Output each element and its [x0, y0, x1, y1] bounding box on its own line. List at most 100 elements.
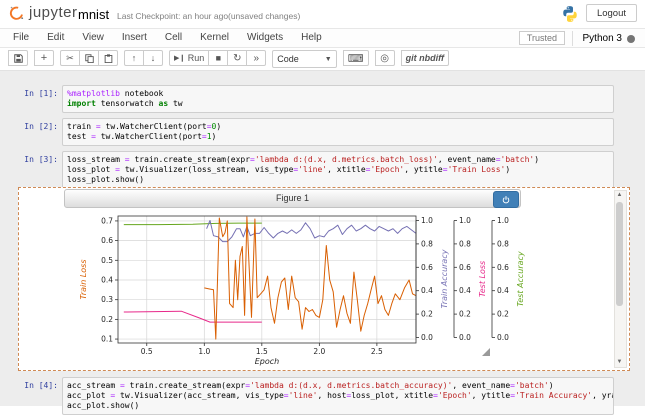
stop-icon: ■ — [215, 53, 221, 63]
code-editor-1[interactable]: %matplotlib notebook import tensorwatch a… — [62, 85, 614, 113]
svg-text:0.2: 0.2 — [497, 310, 509, 319]
code-editor-2[interactable]: train = tw.WatcherClient(port=0) test = t… — [62, 118, 614, 146]
code-editor-4[interactable]: acc_stream = train.create_stream(expr='l… — [62, 377, 614, 415]
svg-text:0.8: 0.8 — [421, 239, 433, 248]
svg-text:0.8: 0.8 — [459, 239, 471, 248]
arrow-up-icon: ↑ — [131, 53, 137, 63]
command-palette-button[interactable]: ⌨ — [342, 50, 369, 66]
add-cell-button[interactable]: + — [34, 50, 54, 66]
paste-icon — [104, 53, 112, 63]
svg-text:0.7: 0.7 — [101, 216, 113, 225]
menu-item-cell[interactable]: Cell — [156, 29, 191, 46]
svg-text:0.3: 0.3 — [101, 295, 113, 304]
restart-run-all-button[interactable]: » — [246, 50, 267, 66]
svg-text:0.4: 0.4 — [459, 286, 471, 295]
power-icon — [502, 195, 510, 203]
svg-text:0.5: 0.5 — [101, 256, 113, 265]
input-prompt: In [2]: — [24, 122, 58, 131]
svg-text:1.0: 1.0 — [421, 216, 433, 225]
circle-target-icon: ◎ — [380, 52, 389, 64]
svg-text:0.4: 0.4 — [421, 286, 433, 295]
keyboard-icon: ⌨ — [347, 52, 364, 65]
notebook-area: In [1]: %matplotlib notebook import tenso… — [0, 71, 645, 415]
copy-cell-button[interactable] — [79, 50, 99, 66]
svg-text:1.0: 1.0 — [459, 216, 471, 225]
restart-kernel-button[interactable]: ↻ — [227, 50, 248, 66]
cell-type-select[interactable]: Code ▼ — [272, 50, 337, 68]
app-name: jupyter — [29, 4, 78, 21]
svg-text:0.6: 0.6 — [421, 263, 433, 272]
menu-item-help[interactable]: Help — [292, 29, 331, 46]
cut-cell-button[interactable]: ✂ — [60, 50, 80, 66]
svg-text:0.4: 0.4 — [101, 275, 113, 284]
stop-button[interactable]: ■ — [208, 50, 229, 66]
jupyter-logo[interactable]: jupyter — [8, 4, 78, 21]
python-logo-icon — [563, 6, 577, 22]
paste-cell-button[interactable] — [98, 50, 118, 66]
scrollbar-thumb[interactable] — [616, 202, 623, 306]
move-cell-up-button[interactable]: ↑ — [124, 50, 144, 66]
chevron-down-icon: ▼ — [324, 55, 332, 63]
figure-resize-handle[interactable] — [482, 348, 490, 356]
svg-text:0.4: 0.4 — [497, 286, 509, 295]
kernel-name: Python 3 — [582, 33, 622, 44]
svg-text:1.0: 1.0 — [198, 347, 210, 356]
menu-bar: File Edit View Insert Cell Kernel Widgets Help … — [0, 29, 645, 48]
cut-icon: ✂ — [66, 52, 74, 63]
svg-text:0.5: 0.5 — [141, 347, 153, 356]
arrow-down-icon: ↓ — [150, 53, 156, 63]
menu-item-view[interactable]: View — [73, 29, 113, 46]
unsaved-changes: (unsaved changes) — [228, 11, 301, 21]
jupyter-logo-icon — [9, 6, 24, 20]
figure-title: Figure 1 — [275, 193, 310, 203]
svg-text:0.1: 0.1 — [101, 335, 113, 344]
svg-text:2.0: 2.0 — [313, 347, 325, 356]
code-cell-2: In [2]: train = tw.WatcherClient(port=0)… — [0, 118, 645, 146]
restart-icon: ↻ — [233, 52, 242, 64]
menu-item-file[interactable]: File — [4, 29, 38, 46]
menu-item-widgets[interactable]: Widgets — [238, 29, 292, 46]
svg-text:1.5: 1.5 — [256, 347, 268, 356]
plus-icon: + — [40, 52, 48, 64]
fast-forward-icon: » — [253, 52, 260, 64]
cell-type-value: Code — [277, 54, 299, 64]
svg-text:0.8: 0.8 — [497, 239, 509, 248]
save-button[interactable] — [8, 50, 28, 66]
scroll-down-icon[interactable]: ▼ — [615, 358, 624, 367]
svg-text:0.0: 0.0 — [421, 333, 433, 342]
header-bar: jupyter mnist Last Checkpoint: an hour a… — [0, 0, 645, 29]
scroll-up-icon[interactable]: ▲ — [615, 191, 624, 200]
svg-text:1.0: 1.0 — [497, 216, 509, 225]
svg-text:0.6: 0.6 — [497, 263, 509, 272]
svg-text:2.5: 2.5 — [371, 347, 383, 356]
nbdiff-button[interactable]: git nbdiff — [400, 50, 449, 66]
menu-item-insert[interactable]: Insert — [113, 29, 156, 46]
svg-text:Train Accuracy: Train Accuracy — [440, 249, 449, 308]
menus: File Edit View Insert Cell Kernel Widgets Help — [4, 29, 331, 46]
menu-item-edit[interactable]: Edit — [38, 29, 73, 46]
svg-text:0.0: 0.0 — [459, 333, 471, 342]
svg-text:0.2: 0.2 — [421, 310, 433, 319]
run-button[interactable]: ▶❙ Run — [169, 50, 210, 66]
menu-item-kernel[interactable]: Kernel — [191, 29, 238, 46]
output-scrollbar[interactable]: ▲ ▼ — [614, 190, 627, 368]
svg-text:0.2: 0.2 — [459, 310, 471, 319]
run-icon: ▶❙ — [174, 55, 186, 62]
logout-button[interactable]: Logout — [585, 4, 637, 22]
trusted-badge: Trusted — [518, 31, 565, 45]
code-editor-3[interactable]: loss_stream = train.create_stream(expr='… — [62, 151, 614, 189]
run-label: Run — [187, 53, 205, 63]
svg-text:0.6: 0.6 — [101, 236, 113, 245]
kernel-status-icon — [627, 34, 635, 43]
svg-text:0.0: 0.0 — [497, 333, 509, 342]
cell-output-area: Figure 1 0.1 0.2 0.3 0.4 0.5 0.6 0.7 Train Loss… — [18, 187, 630, 371]
code-cell-3: In [3]: loss_stream = train.create_strea… — [0, 151, 645, 189]
extension-button[interactable]: ◎ — [374, 50, 395, 66]
move-cell-down-button[interactable]: ↓ — [143, 50, 163, 66]
toolbar: + ✂ ↑ ↓ ▶❙ Run ■ ↻ » Code ▼ ⌨ ◎ git nbdif… — [0, 48, 645, 71]
code-cell-4: In [4]: acc_stream = train.create_stream… — [0, 377, 645, 415]
figure-canvas[interactable]: 0.1 0.2 0.3 0.4 0.5 0.6 0.7 Train Loss 0.5 1.0 1.5… — [64, 206, 534, 366]
checkpoint-status: Last Checkpoint: an hour ago — [117, 11, 229, 21]
notebook-title[interactable]: mnist — [78, 7, 109, 22]
svg-text:0.6: 0.6 — [459, 263, 471, 272]
